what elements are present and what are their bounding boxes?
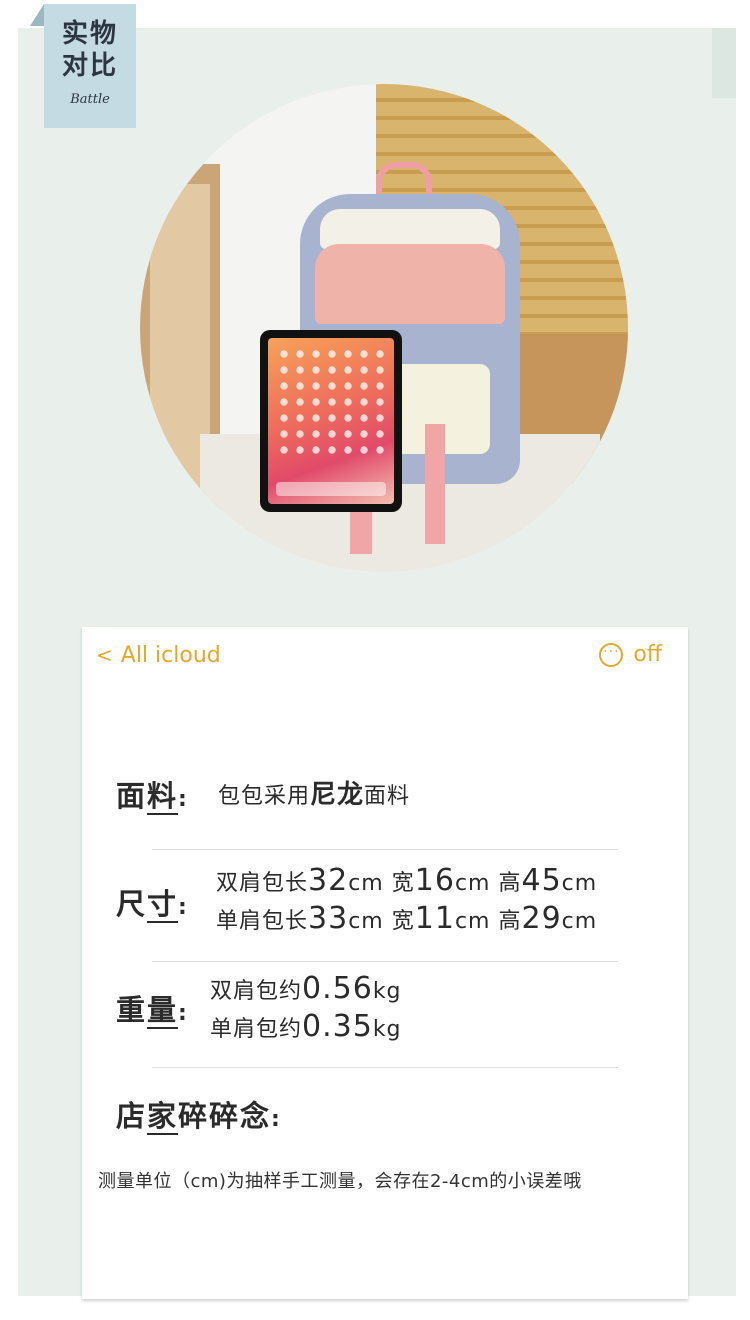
weight-line2-value: 0.35 [302, 1009, 373, 1044]
weight-line1-value: 0.56 [302, 971, 373, 1006]
off-button[interactable]: ··· off [599, 639, 662, 671]
size-line2-c: 高 [498, 909, 522, 934]
tag-fold [30, 4, 44, 26]
backpack-strap [425, 424, 445, 544]
weight-line2-a: 单肩包约 [210, 1017, 303, 1042]
comparison-tag: 实物 对比 Battle [44, 4, 136, 128]
notes-label: 店家碎碎念: [116, 1093, 282, 1135]
material-label-a: 面 [116, 779, 148, 813]
size-line1-a: 双肩包长 [216, 871, 309, 896]
backpack-handle [376, 162, 432, 198]
weight-label-b: 量 [147, 993, 179, 1029]
chevron-left-icon: < [96, 643, 113, 667]
tag-title-line1: 实物 [61, 19, 118, 49]
size-line2-unit1: cm [348, 909, 384, 934]
size-line1-width: 16 [414, 863, 455, 898]
back-label: All icloud [120, 643, 221, 668]
weight-label: 重量: [116, 987, 189, 1029]
notes-label-b: 家 [147, 1099, 179, 1135]
size-label-a: 尺 [116, 887, 148, 921]
weight-line-2: 单肩包约0.35kg [210, 1009, 402, 1048]
material-text-pre: 包包采用 [218, 784, 311, 809]
notes-colon: : [271, 1107, 282, 1132]
more-dots-icon: ··· [599, 643, 624, 667]
size-line2-height: 29 [521, 901, 562, 936]
notes-label-a: 店 [116, 1099, 148, 1133]
size-line2-unit3: cm [561, 909, 598, 934]
material-text-post: 面料 [364, 784, 411, 809]
size-label-b: 寸 [147, 887, 179, 923]
tag-title: 实物 对比 [44, 18, 136, 82]
weight-line1-unit: kg [372, 979, 402, 1004]
size-line1-unit1: cm [348, 871, 384, 896]
size-line1-c: 高 [498, 871, 522, 896]
weight-line2-unit: kg [372, 1017, 402, 1042]
notes-text: 测量单位（cm)为抽样手工测量，会存在2-4cm的小误差哦 [98, 1171, 582, 1192]
material-text-highlight: 尼龙 [310, 780, 365, 810]
material-label: 面料: [116, 773, 189, 815]
size-line1-b: 宽 [391, 871, 415, 896]
material-colon: : [178, 787, 189, 812]
notes-label-c: 碎碎念 [178, 1099, 272, 1133]
size-line2-a: 单肩包长 [216, 909, 309, 934]
divider [152, 961, 618, 962]
divider [152, 849, 618, 850]
material-text: 包包采用尼龙面料 [218, 777, 410, 815]
tag-title-line2: 对比 [61, 51, 118, 81]
size-line2-width: 11 [414, 901, 455, 936]
material-label-b: 料 [147, 779, 179, 815]
tag-subtitle: Battle [70, 92, 110, 107]
weight-line1-a: 双肩包约 [210, 979, 303, 1004]
nav-bar: < All icloud ··· off [96, 639, 662, 671]
size-line2-unit2: cm [454, 909, 491, 934]
backpack-pink-panel [315, 244, 505, 324]
product-photo [140, 84, 628, 572]
size-line1-unit2: cm [454, 871, 491, 896]
size-colon: : [178, 895, 189, 920]
off-label: off [633, 642, 662, 667]
backpack-top-panel [320, 209, 500, 249]
size-line1-unit3: cm [561, 871, 598, 896]
back-button[interactable]: < All icloud [96, 639, 221, 672]
side-strip [712, 28, 736, 98]
size-line-1: 双肩包长32cm 宽16cm 高45cm [216, 863, 597, 902]
size-line2-length: 33 [308, 901, 349, 936]
tablet-app-icons [276, 346, 388, 456]
weight-colon: : [178, 1001, 189, 1026]
divider [152, 1067, 618, 1068]
weight-line-1: 双肩包约0.56kg [210, 971, 402, 1010]
size-line1-length: 32 [308, 863, 349, 898]
size-line2-b: 宽 [391, 909, 415, 934]
size-line-2: 单肩包长33cm 宽11cm 高29cm [216, 901, 597, 940]
size-line1-height: 45 [521, 863, 562, 898]
weight-label-a: 重 [116, 993, 148, 1027]
tablet-dock [276, 482, 386, 496]
info-card: < All icloud ··· off 面料: 包包采用尼龙面料 尺寸: 双肩包… [82, 627, 688, 1299]
size-label: 尺寸: [116, 881, 189, 923]
